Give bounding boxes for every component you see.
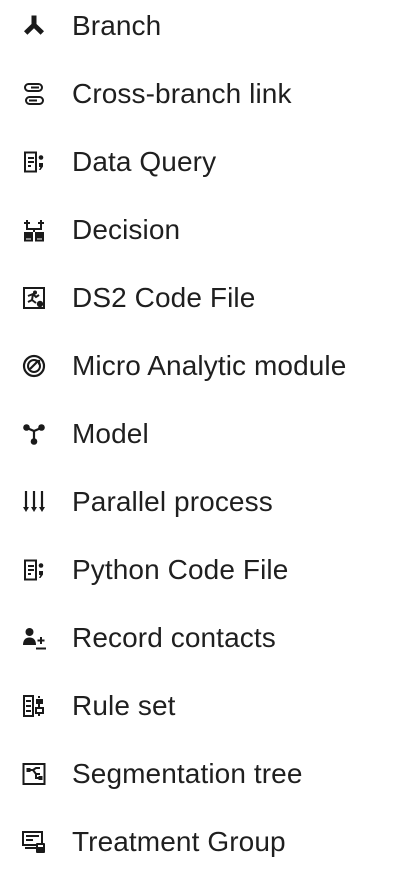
branch-icon	[22, 14, 46, 38]
menu-item-label: Parallel process	[72, 486, 273, 517]
menu-item-micro-analytic-module[interactable]: Micro Analytic module	[0, 336, 404, 396]
menu-item-branch[interactable]: Branch	[0, 0, 404, 56]
treatment-group-icon	[22, 830, 46, 854]
menu-item-label: Cross-branch link	[72, 78, 292, 109]
menu-item-label: Treatment Group	[72, 826, 286, 857]
menu-item-ds2-code-file[interactable]: DS2 Code File	[0, 268, 404, 328]
parallel-process-icon	[22, 490, 46, 514]
menu-item-label: Segmentation tree	[72, 758, 303, 789]
menu-item-data-query[interactable]: Data Query	[0, 132, 404, 192]
record-contacts-icon	[22, 626, 46, 650]
menu-item-label: Rule set	[72, 690, 176, 721]
segmentation-tree-icon	[22, 762, 46, 786]
menu-item-record-contacts[interactable]: Record contacts	[0, 608, 404, 668]
menu-item-treatment-group[interactable]: Treatment Group	[0, 812, 404, 872]
menu-item-parallel-process[interactable]: Parallel process	[0, 472, 404, 532]
data-query-icon	[22, 150, 46, 174]
ds2-code-file-icon	[22, 286, 46, 310]
menu-item-label: Python Code File	[72, 554, 289, 585]
menu-item-label: Decision	[72, 214, 181, 245]
menu-item-segmentation-tree[interactable]: Segmentation tree	[0, 744, 404, 804]
menu-item-label: DS2 Code File	[72, 282, 256, 313]
menu-item-python-code-file[interactable]: Python Code File	[0, 540, 404, 600]
menu-item-decision[interactable]: Decision	[0, 200, 404, 260]
menu-item-label: Model	[72, 418, 149, 449]
cross-branch-link-icon	[22, 82, 46, 106]
menu-item-label: Micro Analytic module	[72, 350, 347, 381]
model-icon	[22, 422, 46, 446]
menu-item-cross-branch-link[interactable]: Cross-branch link	[0, 64, 404, 124]
menu-item-rule-set[interactable]: Rule set	[0, 676, 404, 736]
menu-item-model[interactable]: Model	[0, 404, 404, 464]
menu-item-label: Branch	[72, 10, 162, 41]
python-code-file-icon	[22, 558, 46, 582]
micro-analytic-module-icon	[22, 354, 46, 378]
node-type-menu: Branch Cross-branch link Data Query Deci…	[0, 0, 404, 861]
rule-set-icon	[22, 694, 46, 718]
menu-item-label: Data Query	[72, 146, 217, 177]
decision-icon	[22, 218, 46, 242]
menu-item-label: Record contacts	[72, 622, 276, 653]
